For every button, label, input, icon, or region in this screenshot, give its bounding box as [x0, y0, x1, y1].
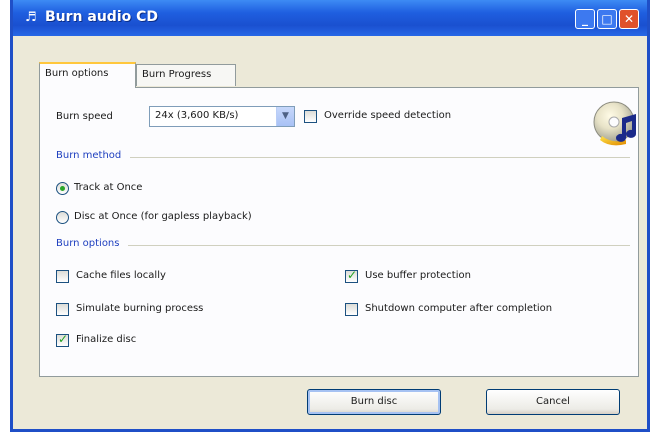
- shutdown-after-label: Shutdown computer after completion: [365, 303, 553, 314]
- tab-burn-progress[interactable]: Burn Progress: [136, 64, 236, 86]
- shutdown-after-checkbox[interactable]: [345, 303, 358, 316]
- track-at-once-label: Track at Once: [74, 182, 143, 193]
- cache-files-label: Cache files locally: [76, 270, 166, 281]
- override-speed-label: Override speed detection: [324, 110, 452, 121]
- burn-method-divider: [130, 157, 630, 158]
- checkmark-icon: ✓: [347, 268, 358, 282]
- maximize-button[interactable]: □: [597, 9, 617, 29]
- maximize-icon: □: [601, 12, 613, 26]
- app-icon: ♬: [25, 10, 37, 25]
- close-icon: ✕: [623, 12, 635, 26]
- track-at-once-radio[interactable]: [56, 182, 69, 195]
- finalize-disc-label: Finalize disc: [76, 334, 137, 345]
- checkmark-icon: ✓: [58, 332, 69, 346]
- burn-speed-select[interactable]: 24x (3,600 KB/s) ▼: [149, 106, 295, 127]
- buffer-protection-label: Use buffer protection: [365, 270, 471, 281]
- close-button[interactable]: ✕: [619, 9, 639, 29]
- minimize-icon: _: [582, 12, 588, 26]
- burn-options-heading: Burn options: [56, 238, 120, 249]
- burn-options-panel: Burn speed 24x (3,600 KB/s) ▼ Override s…: [39, 87, 639, 377]
- burn-method-heading: Burn method: [56, 150, 122, 161]
- disc-at-once-label: Disc at Once (for gapless playback): [74, 211, 252, 222]
- simulate-burning-label: Simulate burning process: [76, 303, 204, 314]
- cd-music-icon: [593, 101, 636, 146]
- override-speed-checkbox[interactable]: [304, 110, 317, 123]
- burn-options-divider: [128, 245, 630, 246]
- minimize-button[interactable]: _: [575, 9, 595, 29]
- disc-at-once-radio[interactable]: [56, 211, 69, 224]
- cancel-button[interactable]: Cancel: [486, 389, 620, 415]
- chevron-down-icon[interactable]: ▼: [276, 107, 294, 126]
- tab-burn-options[interactable]: Burn options: [39, 62, 136, 88]
- burn-disc-button[interactable]: Burn disc: [307, 389, 441, 415]
- cache-files-checkbox[interactable]: [56, 270, 69, 283]
- radio-selected-dot: [60, 186, 65, 191]
- finalize-disc-checkbox[interactable]: ✓: [56, 332, 69, 347]
- buffer-protection-checkbox[interactable]: ✓: [345, 268, 358, 283]
- burn-speed-label: Burn speed: [56, 111, 113, 122]
- burn-speed-value: 24x (3,600 KB/s): [155, 110, 239, 121]
- title-bar[interactable]: ♬ Burn audio CD _ □ ✕: [13, 0, 647, 36]
- burn-audio-cd-dialog: ♬ Burn audio CD _ □ ✕ Burn options Burn …: [10, 0, 650, 432]
- simulate-burning-checkbox[interactable]: [56, 303, 69, 316]
- window-title: Burn audio CD: [45, 9, 159, 25]
